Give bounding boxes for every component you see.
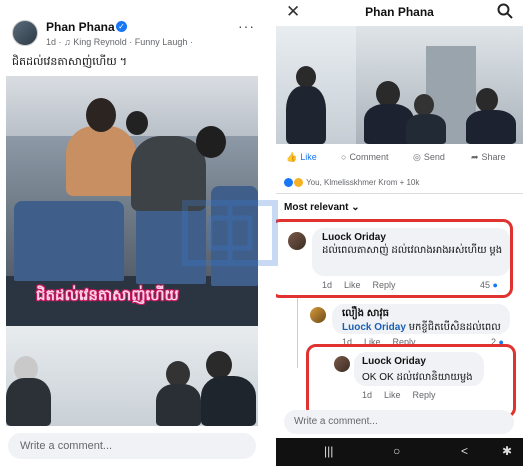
like-button[interactable]: 👍 Like (286, 152, 317, 163)
airplane-seat (211, 186, 258, 286)
share-label: Share (481, 152, 506, 162)
left-post-panel: Phan Phana ✓ 1d · ♫ King Reynold · Funny… (0, 0, 262, 466)
person-head (414, 94, 434, 116)
android-nav-bar: ||| ○ < ✱ (276, 438, 523, 466)
commenter-avatar[interactable] (310, 307, 326, 323)
comment-body: មកខ្ចីជិតបើសិនដល់ពេល (408, 322, 501, 333)
right-comments-panel: ✕ Phan Phana 👍 Like ○ Comment ◎ Send ➦ Share (276, 0, 523, 466)
person-figure (201, 376, 256, 426)
messenger-icon: ◎ (413, 152, 421, 162)
sort-label: Most relevant (284, 202, 349, 213)
sort-dropdown[interactable]: Most relevant ⌄ (284, 202, 360, 213)
post-meta: 1d · ♫ King Reynold · Funny Laugh · (46, 37, 193, 47)
page-title: Phan Phana (365, 5, 434, 19)
like-reaction-icon (284, 178, 293, 188)
comment-input[interactable]: Write a comment... (284, 410, 514, 434)
thread-line (297, 298, 298, 368)
page-name[interactable]: Phan Phana (46, 20, 115, 34)
panel-gap (262, 0, 276, 466)
comment-label: Comment (349, 152, 389, 162)
person-figure (406, 114, 446, 144)
person-head (126, 111, 148, 135)
comment-input[interactable]: Write a comment... (8, 433, 256, 459)
comments-header: ✕ Phan Phana (276, 0, 523, 26)
person-figure (131, 136, 206, 211)
commenter-name[interactable]: លឿង សាវុធ (342, 306, 389, 321)
person-figure (466, 110, 516, 144)
share-button[interactable]: ➦ Share (471, 152, 506, 163)
post-photo[interactable] (276, 26, 523, 144)
person-figure (6, 378, 51, 426)
person-head (476, 88, 498, 112)
person-figure (156, 384, 201, 426)
person-head (296, 66, 316, 88)
lower-scene (6, 326, 258, 426)
person-head (196, 126, 226, 158)
thumbs-up-icon: 👍 (286, 152, 298, 162)
like-label: Like (300, 152, 317, 162)
reactions-summary[interactable]: You, Klmelisskhmer Krom + 10k (284, 178, 420, 188)
page-avatar[interactable] (12, 20, 38, 46)
video-subtitle: ជិតដល់វេនតាសាញ់ហើយ (36, 287, 179, 304)
verified-badge-icon: ✓ (116, 21, 127, 32)
divider (276, 193, 523, 194)
more-options-icon[interactable]: ··· (238, 18, 255, 34)
post-caption: ជិតដល់វេនតាសាញ់ហើយ ។ (12, 56, 128, 68)
accessibility-icon[interactable]: ✱ (502, 444, 512, 458)
person-figure (286, 86, 326, 144)
reactions-text: You, Klmelisskhmer Krom + 10k (306, 178, 420, 187)
post-actions: 👍 Like ○ Comment ◎ Send ➦ Share (276, 150, 523, 170)
post-video[interactable]: ជិតដល់វេនតាសាញ់ហើយ (6, 76, 258, 426)
comment-button[interactable]: ○ Comment (341, 152, 388, 162)
chevron-down-icon: ⌄ (351, 202, 360, 213)
comment-text: Luock Oriday មកខ្ចីជិតបើសិនដល់ពេល (342, 320, 501, 335)
airplane-seat (14, 201, 124, 281)
haha-reaction-icon (294, 178, 303, 188)
person-head (206, 351, 232, 379)
recent-apps-icon[interactable]: ||| (324, 444, 333, 458)
person-head (86, 98, 116, 132)
back-icon[interactable]: < (461, 444, 468, 458)
comment-placeholder: Write a comment... (20, 440, 113, 452)
highlight-frame (276, 219, 513, 298)
share-icon: ➦ (471, 152, 479, 162)
send-button[interactable]: ◎ Send (413, 152, 445, 163)
comment-mention[interactable]: Luock Oriday (342, 322, 406, 333)
comment-icon: ○ (341, 152, 347, 162)
comment-placeholder: Write a comment... (294, 416, 378, 427)
highlight-frame (306, 344, 516, 418)
send-label: Send (423, 152, 445, 162)
home-icon[interactable]: ○ (393, 444, 400, 458)
search-icon[interactable] (497, 3, 513, 19)
post-header: Phan Phana ✓ 1d · ♫ King Reynold · Funny… (12, 18, 257, 52)
person-figure (66, 126, 136, 196)
